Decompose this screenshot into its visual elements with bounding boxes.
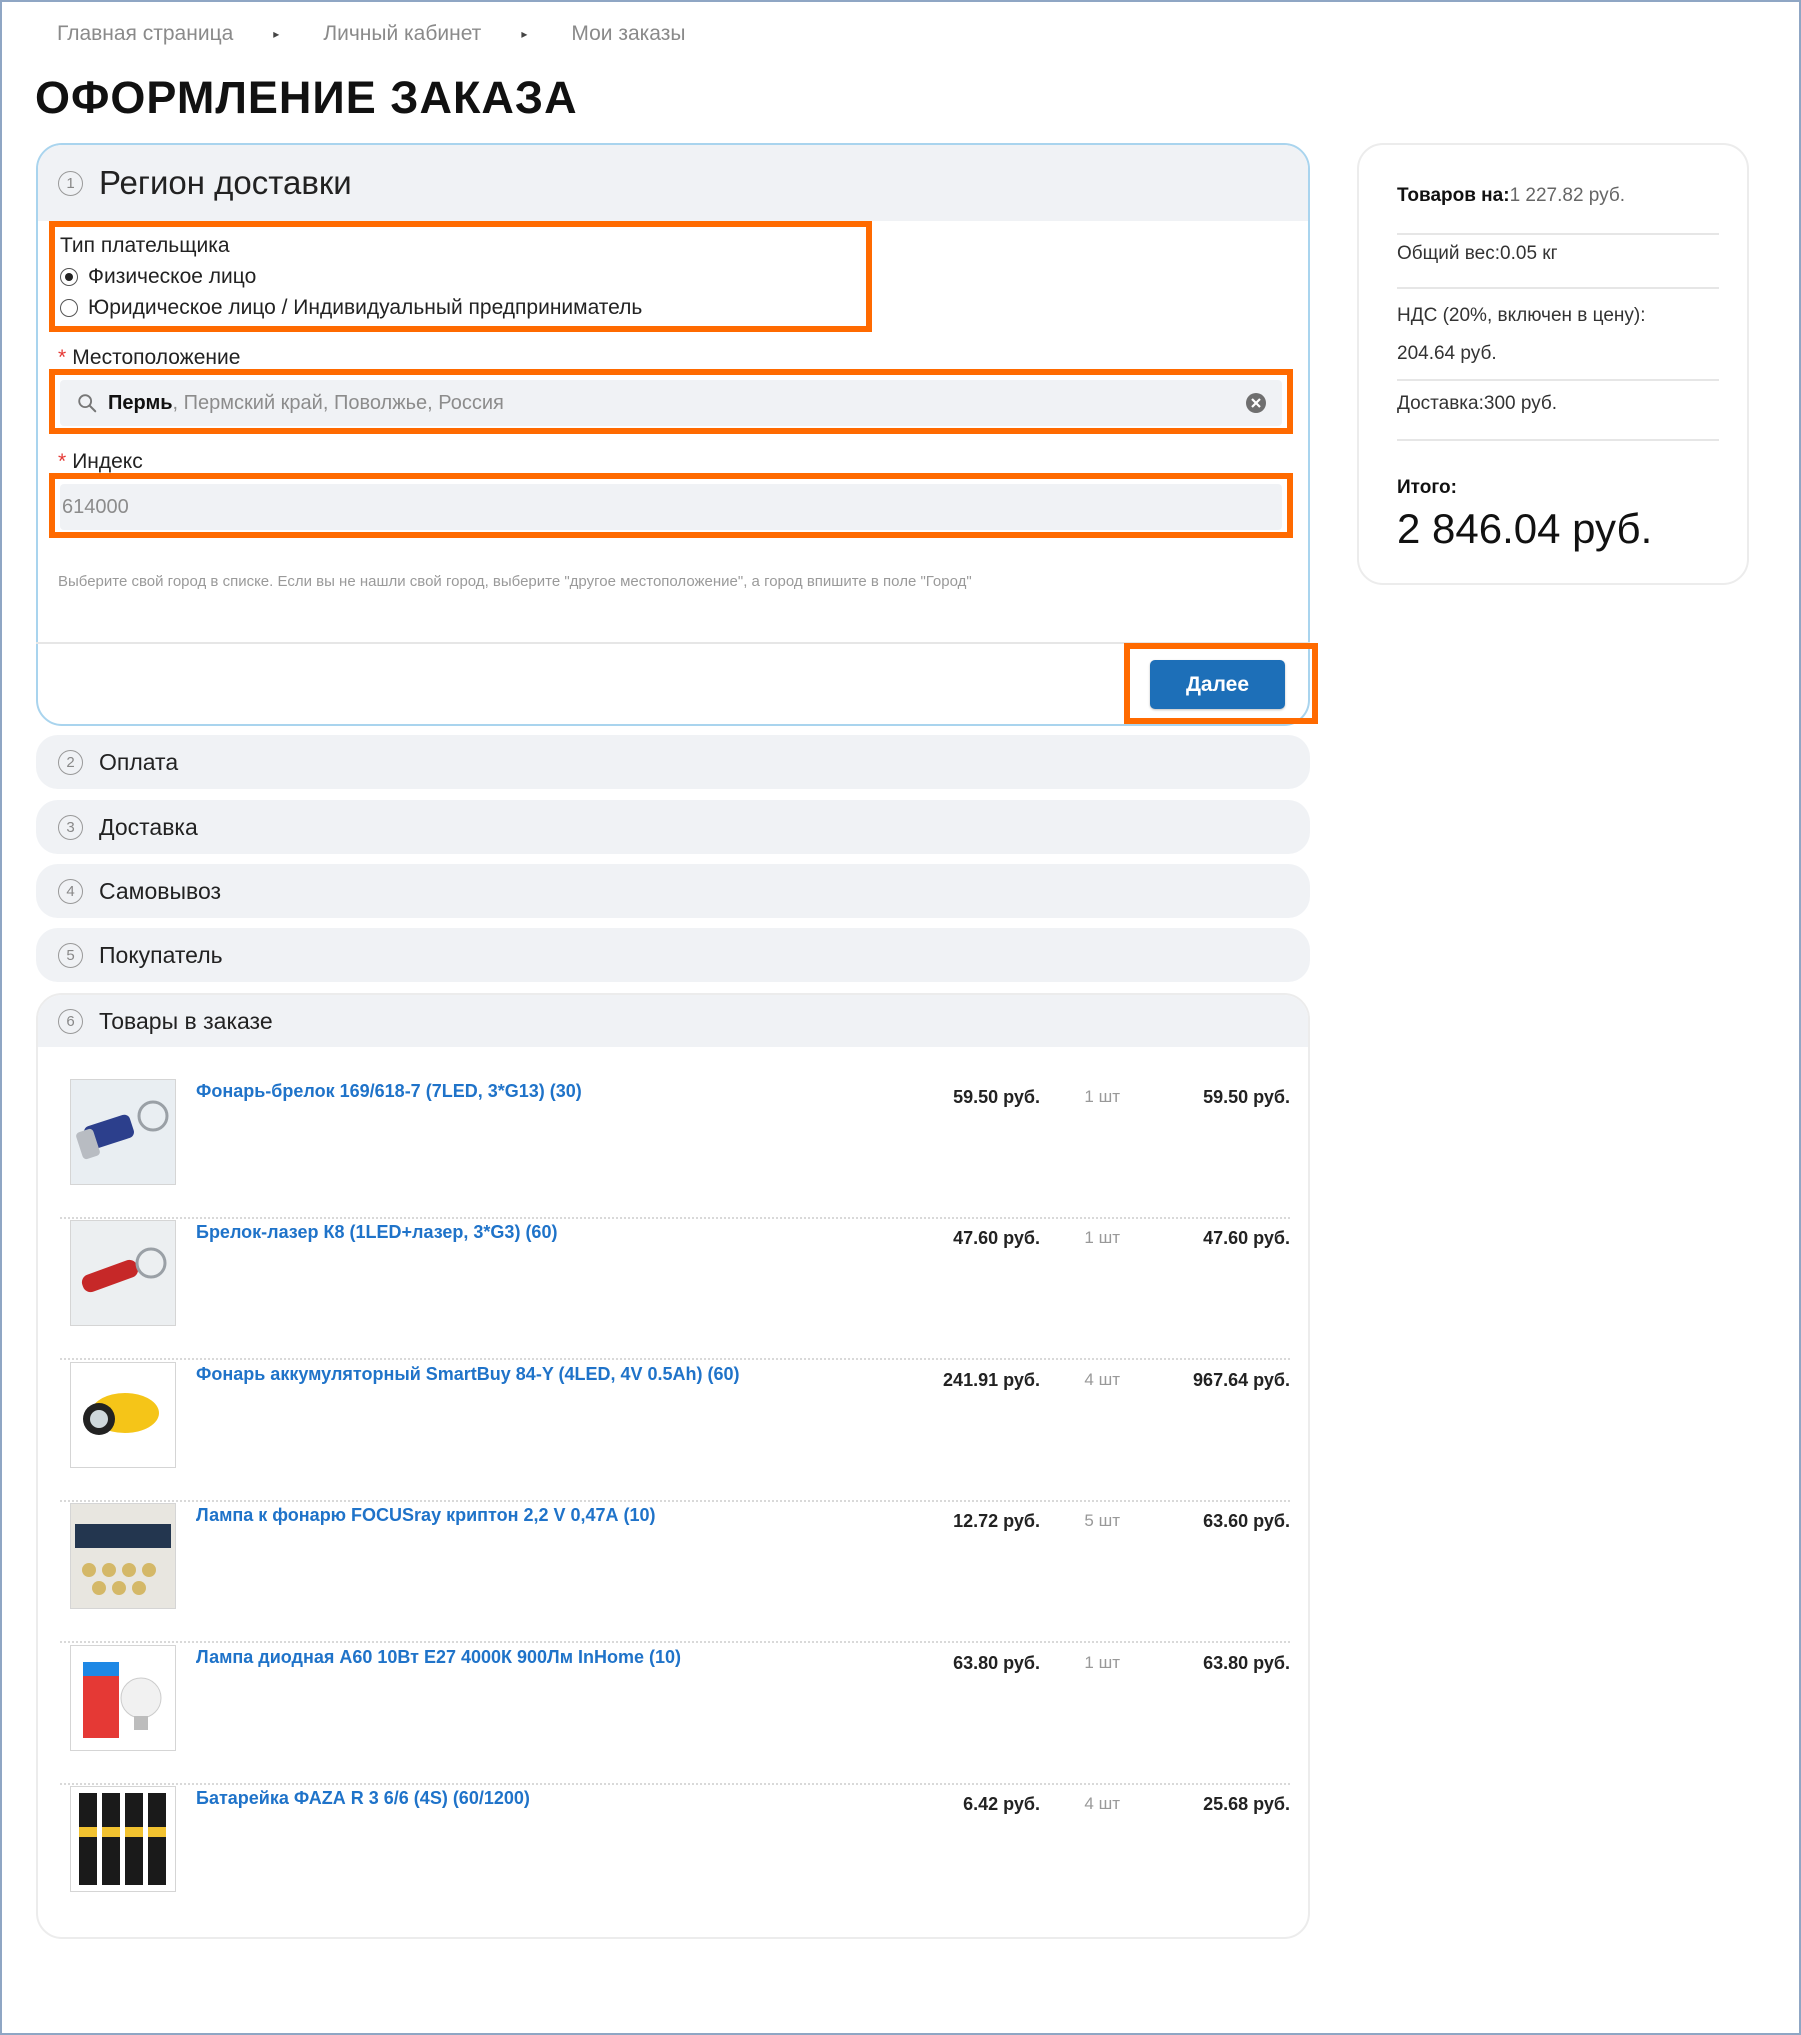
product-sum: 25.68 руб. (1203, 1794, 1290, 1814)
product-link[interactable]: Фонарь аккумуляторный SmartBuy 84-Y (4LE… (196, 1364, 740, 1385)
list-item: Лампа к фонарю FOCUSray криптон 2,2 V 0,… (60, 1501, 1290, 1643)
list-item: Лампа диодная А60 10Вт Е27 4000К 900Лм I… (60, 1643, 1290, 1785)
step-number: 2 (58, 749, 83, 775)
product-sum: 59.50 руб. (1203, 1087, 1290, 1107)
location-hint: Выберите свой город в списке. Если вы не… (58, 573, 972, 590)
index-label: * Индекс (58, 450, 143, 473)
product-sum: 63.80 руб. (1203, 1653, 1290, 1673)
radio-checked[interactable] (60, 268, 78, 286)
section-goods-title: Товары в заказе (99, 1007, 273, 1034)
total-value: 2 846.04 руб. (1397, 505, 1653, 552)
product-link[interactable]: Лампа к фонарю FOCUSray криптон 2,2 V 0,… (196, 1505, 656, 1526)
step-number: 4 (58, 878, 83, 904)
section-pickup[interactable]: 4 Самовывоз (36, 864, 1310, 918)
breadcrumb-cabinet[interactable]: Личный кабинет (323, 22, 481, 46)
product-price: 12.72 руб. (953, 1511, 1040, 1531)
product-qty: 1 шт (1084, 1228, 1120, 1247)
keychain-laser-image[interactable] (70, 1220, 176, 1326)
section-region-title: Регион доставки (99, 164, 352, 201)
product-link[interactable]: Лампа диодная А60 10Вт Е27 4000К 900Лм I… (196, 1647, 681, 1668)
search-icon (78, 394, 97, 413)
required-asterisk: * (58, 450, 67, 473)
section-region-header[interactable]: 1 Регион доставки (38, 145, 1308, 221)
keychain-flashlight-image[interactable] (70, 1079, 176, 1185)
step-number: 3 (58, 814, 83, 840)
summary-delivery: Доставка:300 руб. (1397, 393, 1719, 441)
payer-option-label: Физическое лицо (88, 265, 257, 288)
chevron-right-icon: ▸ (273, 27, 280, 41)
summary-goods: Товаров на:1 227.82 руб. (1397, 185, 1719, 235)
breadcrumb-home[interactable]: Главная страница (57, 22, 233, 46)
order-summary: Товаров на:1 227.82 руб. Общий вес:0.05 … (1357, 143, 1749, 585)
product-price: 241.91 руб. (943, 1370, 1040, 1390)
product-qty: 5 шт (1084, 1511, 1120, 1530)
section-delivery[interactable]: 3 Доставка (36, 800, 1310, 854)
required-asterisk: * (58, 346, 67, 369)
product-price: 6.42 руб. (963, 1794, 1040, 1814)
product-price: 47.60 руб. (953, 1228, 1040, 1248)
product-qty: 4 шт (1084, 1370, 1120, 1389)
location-input[interactable]: Пермь , Пермский край, Поволжье, Россия (60, 380, 1282, 426)
list-item: Батарейка ФАZА R 3 6/6 (4S) (60/1200) 6.… (60, 1784, 1290, 1926)
next-button[interactable]: Далее (1150, 660, 1285, 709)
clear-icon[interactable] (1244, 391, 1268, 415)
summary-weight: Общий вес:0.05 кг (1397, 243, 1719, 289)
product-qty: 1 шт (1084, 1653, 1120, 1672)
list-item: Фонарь-брелок 169/618-7 (7LED, 3*G13) (3… (60, 1077, 1290, 1219)
product-qty: 4 шт (1084, 1794, 1120, 1813)
rechargeable-flashlight-image[interactable] (70, 1362, 176, 1468)
step-number: 6 (58, 1008, 83, 1034)
product-qty: 1 шт (1084, 1087, 1120, 1106)
breadcrumb-orders[interactable]: Мои заказы (571, 22, 685, 46)
index-input[interactable]: 614000 (60, 484, 1282, 530)
product-link[interactable]: Брелок-лазер К8 (1LED+лазер, 3*G3) (60) (196, 1222, 557, 1243)
list-item: Фонарь аккумуляторный SmartBuy 84-Y (4LE… (60, 1360, 1290, 1502)
payer-option-legal[interactable]: Юридическое лицо / Индивидуальный предпр… (60, 296, 642, 320)
step-number: 1 (58, 170, 83, 196)
chevron-right-icon: ▸ (521, 27, 528, 41)
list-item: Брелок-лазер К8 (1LED+лазер, 3*G3) (60) … (60, 1218, 1290, 1360)
section-title: Доставка (99, 813, 198, 840)
led-bulb-image[interactable] (70, 1645, 176, 1751)
flashlight-bulbs-image[interactable] (70, 1503, 176, 1609)
product-sum: 63.60 руб. (1203, 1511, 1290, 1531)
section-buyer[interactable]: 5 Покупатель (36, 928, 1310, 982)
section-divider (36, 642, 1310, 644)
section-payment[interactable]: 2 Оплата (36, 735, 1310, 789)
section-title: Самовывоз (99, 877, 222, 904)
batteries-image[interactable] (70, 1786, 176, 1892)
section-title: Оплата (99, 748, 179, 775)
product-price: 63.80 руб. (953, 1653, 1040, 1673)
payer-type-label: Тип плательщика (60, 234, 230, 257)
step-number: 5 (58, 942, 83, 968)
product-link[interactable]: Фонарь-брелок 169/618-7 (7LED, 3*G13) (3… (196, 1081, 582, 1102)
total-label: Итого: (1397, 477, 1457, 498)
payer-option-individual[interactable]: Физическое лицо (60, 265, 256, 289)
section-title: Покупатель (99, 941, 223, 968)
product-sum: 967.64 руб. (1193, 1370, 1290, 1390)
product-sum: 47.60 руб. (1203, 1228, 1290, 1248)
location-query: Пермь (108, 391, 173, 414)
radio-unchecked[interactable] (60, 299, 78, 317)
section-goods-header[interactable]: 6 Товары в заказе (38, 995, 1308, 1047)
product-link[interactable]: Батарейка ФАZА R 3 6/6 (4S) (60/1200) (196, 1788, 530, 1809)
payer-option-label: Юридическое лицо / Индивидуальный предпр… (88, 296, 643, 319)
summary-vat: НДС (20%, включен в цену): 204.64 руб. (1397, 297, 1719, 381)
product-price: 59.50 руб. (953, 1087, 1040, 1107)
breadcrumb: Главная страница ▸ Личный кабинет ▸ Мои … (57, 22, 685, 46)
location-label: * Местоположение (58, 346, 241, 369)
location-rest: , Пермский край, Поволжье, Россия (172, 391, 504, 414)
page-title: ОФОРМЛЕНИЕ ЗАКАЗА (35, 72, 578, 123)
section-goods: 6 Товары в заказе Фонарь-брелок 169/618-… (36, 993, 1310, 1939)
